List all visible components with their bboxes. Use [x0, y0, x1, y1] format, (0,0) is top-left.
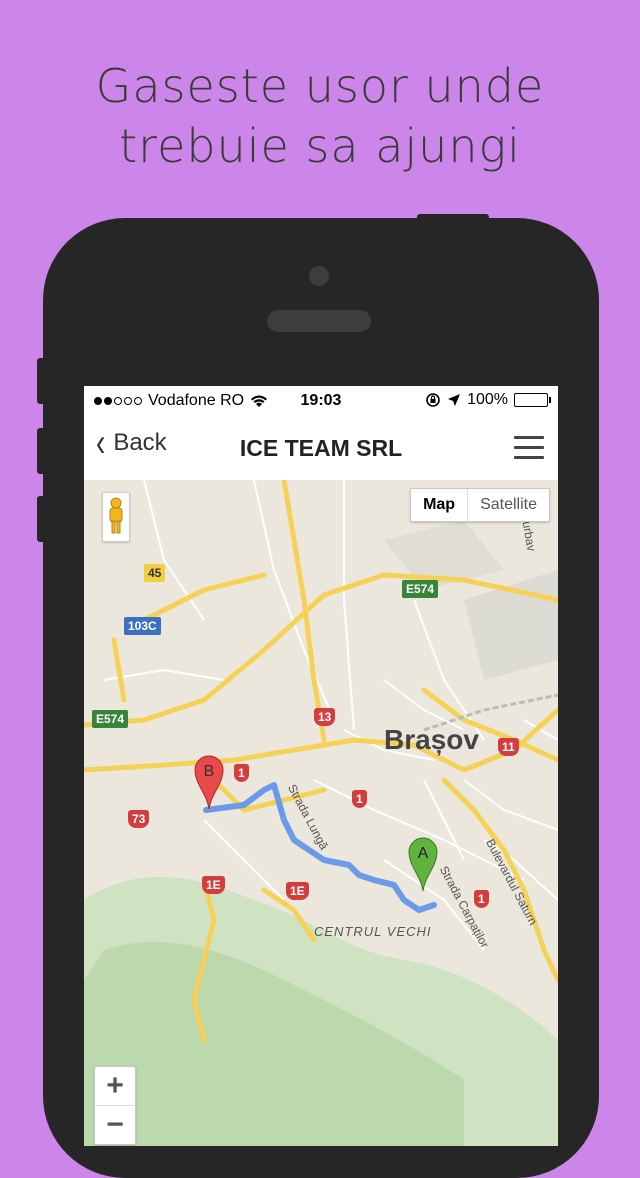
map-view[interactable]: Brașov CENTRUL VECHI Strada Lungă Strada… [84, 480, 558, 1146]
status-bar: Vodafone RO 19:03 100% [84, 386, 558, 414]
route-shield-13: 13 [314, 708, 336, 726]
district-label: CENTRUL VECHI [314, 924, 432, 939]
street-view-pegman-icon[interactable] [102, 492, 130, 542]
headline: Gaseste usor unde trebuie sa ajungi [0, 56, 640, 176]
location-arrow-icon [448, 394, 461, 406]
route-shield-1-b: 1 [352, 790, 367, 808]
zoom-control: + − [94, 1066, 136, 1145]
route-shield-1e-a: 1E [202, 876, 225, 894]
headline-line-2: trebuie sa ajungi [119, 119, 521, 173]
zoom-out-button[interactable]: − [95, 1106, 135, 1144]
navigation-bar: ‹ Back ICE TEAM SRL [84, 414, 558, 480]
route-shield-1-c: 1 [474, 890, 489, 908]
route-shield-1e-b: 1E [286, 882, 309, 900]
map-type-satellite-button[interactable]: Satellite [468, 489, 549, 521]
map-type-map-button[interactable]: Map [411, 489, 469, 521]
route-shield-73: 73 [128, 810, 150, 828]
route-shield-103c: 103C [124, 617, 161, 635]
battery-icon [514, 393, 551, 407]
city-label: Brașov [384, 724, 479, 755]
volume-down-button [37, 496, 47, 542]
battery-percent: 100% [467, 391, 508, 408]
mute-switch [37, 358, 47, 404]
route-shield-45: 45 [144, 564, 166, 582]
map-type-toggle: Map Satellite [410, 488, 550, 522]
earpiece-speaker [267, 310, 371, 332]
zoom-in-button[interactable]: + [95, 1067, 135, 1106]
marker-a-label: A [418, 845, 429, 862]
volume-up-button [37, 428, 47, 474]
route-shield-11: 11 [498, 738, 519, 756]
headline-line-1: Gaseste usor unde [95, 59, 545, 113]
phone-screen: Vodafone RO 19:03 100% ‹ Back ICE TEAM S… [84, 386, 558, 1146]
menu-icon[interactable] [514, 436, 544, 466]
front-camera [309, 266, 329, 286]
route-shield-e574-left: E574 [92, 710, 129, 728]
route-shield-1-a: 1 [234, 764, 249, 782]
marker-b-label: B [204, 763, 215, 780]
page-title: ICE TEAM SRL [239, 435, 403, 461]
rotation-lock-icon [426, 393, 440, 407]
route-shield-e574-top: E574 [402, 580, 439, 598]
